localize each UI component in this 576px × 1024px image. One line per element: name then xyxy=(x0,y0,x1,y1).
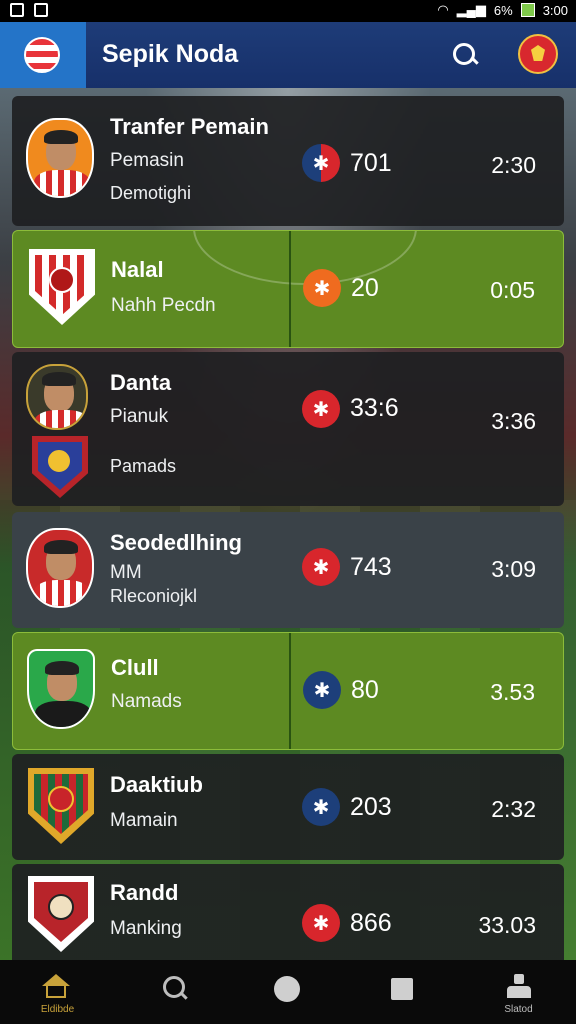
runner-icon: ✱ xyxy=(302,904,340,942)
list-item[interactable]: Nalal Nahh Pecdn ✱ 20 0:05 xyxy=(12,230,564,348)
item-title: Clull xyxy=(111,655,159,680)
list-item[interactable]: Randd Manking ✱ 866 33.03 xyxy=(12,864,564,974)
clock: 3:00 xyxy=(542,2,568,18)
battery-icon xyxy=(520,3,535,17)
item-value: 80 xyxy=(351,676,379,704)
club-badge-icon[interactable] xyxy=(518,34,558,74)
item-time: 0:05 xyxy=(490,277,535,303)
item-value: 33:6 xyxy=(350,394,399,422)
club-crest-icon xyxy=(28,768,94,844)
item-subtitle: Mamain xyxy=(110,810,178,831)
club-crest-icon xyxy=(32,436,88,498)
status-indicators: ◠ ▂▄▆ 6% 3:00 xyxy=(437,2,568,18)
runner-icon: ✱ xyxy=(302,390,340,428)
runner-icon: ✱ xyxy=(303,671,341,709)
item-title: Tranfer Pemain xyxy=(110,114,269,139)
flag-logo-icon xyxy=(24,37,60,73)
item-title: Randd xyxy=(110,880,179,905)
wifi-icon: ◠ xyxy=(437,2,449,17)
square-icon xyxy=(391,978,413,1000)
search-icon xyxy=(453,43,475,65)
app-bar: Sepik Noda xyxy=(0,22,576,88)
home-icon xyxy=(42,974,70,998)
nav-search[interactable] xyxy=(115,960,230,1024)
club-crest-icon xyxy=(29,249,95,325)
battery-text: 6% xyxy=(493,2,513,18)
item-time: 3:09 xyxy=(491,556,536,582)
item-title: Danta xyxy=(110,370,172,395)
item-value: 20 xyxy=(351,274,379,302)
app-title: Sepik Noda xyxy=(102,40,239,68)
list-item[interactable]: Seodedlhing MM Rleconiojkl ✱ 743 3:09 xyxy=(12,512,564,628)
item-time: 2:30 xyxy=(491,152,536,178)
item-subtitle: MM xyxy=(110,562,142,583)
item-title: Nalal xyxy=(111,257,164,282)
app-logo-button[interactable] xyxy=(0,22,86,88)
item-detail: Pamads xyxy=(110,456,177,476)
bottom-navigation: Eldibde Slatod xyxy=(0,960,576,1024)
player-avatar xyxy=(26,118,94,198)
runner-icon: ✱ xyxy=(302,788,340,826)
item-time: 3.53 xyxy=(490,679,535,705)
item-time: 2:32 xyxy=(491,796,536,822)
item-subtitle: Manking xyxy=(110,918,182,939)
nav-profile-label: Slatod xyxy=(504,1004,533,1015)
nav-circle[interactable] xyxy=(230,960,345,1024)
signal-icon: ▂▄▆ xyxy=(456,2,486,17)
list-item[interactable]: Daaktiub Mamain ✱ 203 2:32 xyxy=(12,754,564,860)
notification-icon xyxy=(34,3,48,17)
notification-icon xyxy=(10,3,24,17)
item-time: 33.03 xyxy=(478,912,536,938)
nav-home[interactable]: Eldibde xyxy=(0,960,115,1024)
list-item[interactable]: Tranfer Pemain Pemasin Demotighi ✱ 701 2… xyxy=(12,96,564,226)
item-detail: Demotighi xyxy=(110,183,192,203)
list-item[interactable]: Clull Namads ✱ 80 3.53 xyxy=(12,632,564,750)
player-avatar xyxy=(26,528,94,608)
item-detail: Rleconiojkl xyxy=(110,586,198,606)
nav-square[interactable] xyxy=(345,960,460,1024)
status-bar: ◠ ▂▄▆ 6% 3:00 xyxy=(0,0,576,22)
club-crest-icon xyxy=(28,876,94,952)
runner-icon: ✱ xyxy=(302,144,340,182)
runner-icon: ✱ xyxy=(303,269,341,307)
list-item[interactable]: Danta Pianuk Pamads ✱ 33:6 3:36 xyxy=(12,352,564,506)
item-value: 866 xyxy=(350,909,392,937)
player-avatar xyxy=(27,649,95,729)
search-button[interactable] xyxy=(450,40,480,70)
notification-icons xyxy=(10,3,48,17)
nav-home-label: Eldibde xyxy=(40,1004,75,1015)
runner-icon: ✱ xyxy=(302,548,340,586)
circle-icon xyxy=(274,976,300,1002)
item-value: 203 xyxy=(350,793,392,821)
item-subtitle: Pianuk xyxy=(110,406,169,427)
player-avatar xyxy=(26,364,88,430)
item-subtitle: Pemasin xyxy=(110,150,184,171)
item-title: Daaktiub xyxy=(110,772,203,797)
item-time: 3:36 xyxy=(491,408,536,434)
item-title: Seodedlhing xyxy=(110,530,242,555)
item-subtitle: Nahh Pecdn xyxy=(111,295,216,316)
profile-icon xyxy=(505,974,533,1000)
item-value: 701 xyxy=(350,149,392,177)
nav-profile[interactable]: Slatod xyxy=(461,960,576,1024)
item-subtitle: Namads xyxy=(111,691,182,712)
item-value: 743 xyxy=(350,553,392,581)
